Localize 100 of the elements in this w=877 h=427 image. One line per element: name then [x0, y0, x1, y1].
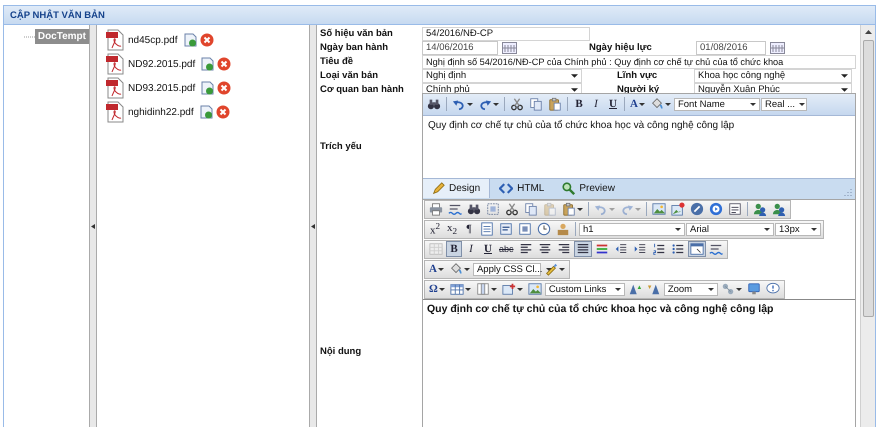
field-label: Ngày hiệu lực	[589, 42, 653, 53]
scissors-icon[interactable]	[503, 201, 521, 218]
underline-button[interactable]: U	[605, 96, 621, 112]
columns-icon	[476, 282, 490, 296]
picture-pin-icon[interactable]	[669, 201, 687, 218]
caret-icon	[609, 208, 615, 211]
collapse-arrow-icon[interactable]	[311, 224, 315, 228]
caret-icon	[764, 228, 770, 231]
input-field[interactable]: Nghị định số 54/2016/NĐ-CP của Chính phủ : Quy định cơ chế tự chủ của tổ chức khoa	[422, 54, 856, 68]
panel-icon[interactable]	[688, 241, 706, 258]
toolbar-dropdown[interactable]: 13px	[775, 222, 821, 236]
toolbar-dropdown[interactable]: Zoom	[664, 282, 718, 296]
date-field[interactable]: 14/06/2016	[422, 40, 498, 54]
mode-tab[interactable]: Design	[423, 179, 490, 198]
pencil-icon	[432, 182, 445, 196]
magnifier-icon	[562, 182, 576, 196]
bold-button[interactable]: B	[571, 96, 587, 112]
font-color-button[interactable]: A	[628, 96, 647, 112]
justify-icon[interactable]	[574, 241, 592, 258]
date-field[interactable]: 01/08/2016	[696, 40, 766, 54]
bold-button[interactable]: B	[446, 241, 462, 258]
caret-icon	[736, 288, 742, 291]
symbol-button[interactable]: x$^{2}$	[427, 221, 443, 238]
calendar-icon[interactable]	[502, 42, 517, 54]
toolbar-dropdown[interactable]: Arial	[686, 222, 774, 236]
table-menu-button[interactable]	[448, 281, 473, 298]
caret-icon	[750, 102, 756, 106]
editor-content[interactable]: Quy định cơ chế tự chủ của tổ chức khoa học và công nghệ công lập	[423, 116, 855, 178]
mode-tab[interactable]: Preview	[553, 179, 624, 198]
code-brackets-icon	[499, 183, 514, 194]
caret-icon	[438, 268, 444, 271]
font-color-button[interactable]: Ω	[427, 281, 447, 298]
strikethrough-button[interactable]: abc	[497, 241, 516, 258]
toolbar-dropdown[interactable]: Real ...	[760, 98, 807, 111]
brush-icon	[544, 262, 558, 276]
pdf-file-icon	[105, 77, 125, 99]
delete-icon[interactable]	[217, 57, 232, 71]
caret-icon	[614, 288, 621, 291]
delete-icon[interactable]	[216, 105, 230, 119]
document-icon[interactable]	[201, 57, 214, 71]
delete-icon[interactable]	[200, 33, 214, 47]
file-name[interactable]: ND93.2015.pdf	[128, 82, 196, 94]
caret-icon	[464, 268, 470, 271]
caret-icon	[516, 288, 523, 291]
caret-icon	[577, 208, 583, 211]
picture-plus-icon	[502, 282, 516, 296]
editor-content[interactable]: Quy định cơ chế tự chủ của tổ chức khoa học và công nghệ công lập	[423, 298, 855, 427]
tree-connector-icon	[24, 34, 35, 38]
file-name[interactable]: nd45cp.pdf	[128, 34, 178, 46]
caret-icon	[841, 88, 848, 92]
file-name[interactable]: ND92.2015.pdf	[128, 58, 196, 70]
symbol-button[interactable]: x$_{2}$	[444, 221, 460, 238]
toolbar-dropdown[interactable]: h1	[579, 222, 685, 236]
scissors-icon[interactable]	[508, 96, 526, 112]
field-label: Tiêu đề	[320, 56, 354, 67]
people-icon[interactable]	[770, 201, 788, 218]
caret-icon	[438, 288, 445, 291]
field-label: Số hiệu văn bản	[320, 28, 394, 39]
document-icon[interactable]	[200, 105, 213, 119]
field-label: Nội dung	[320, 344, 362, 357]
scroll-up-icon[interactable]	[864, 30, 872, 34]
toolbar-dropdown[interactable]: Custom Links	[544, 282, 625, 296]
bucket-icon	[448, 262, 463, 276]
file-name[interactable]: nghidinh22.pdf	[128, 106, 194, 118]
toolbar-dropdown[interactable]: Font Name	[674, 98, 760, 111]
input-field[interactable]: 54/2016/NĐ-CP	[422, 26, 590, 40]
caret-icon	[811, 228, 817, 231]
select-field[interactable]: Khoa học công nghệ	[694, 68, 852, 82]
delete-icon[interactable]	[217, 81, 232, 95]
bucket-icon	[650, 97, 664, 112]
mode-tab[interactable]: HTML	[490, 179, 554, 198]
underline-button[interactable]: U	[480, 241, 496, 258]
italic-button[interactable]: I	[463, 241, 479, 258]
picture-icon[interactable]	[526, 281, 544, 298]
play-circle-icon[interactable]	[707, 201, 725, 218]
resize-grip-icon[interactable]	[844, 188, 852, 196]
field-label: Trích yếu	[320, 140, 363, 152]
people-icon[interactable]	[751, 201, 769, 218]
field-label: Ngày ban hành	[320, 42, 390, 53]
caret-icon	[467, 102, 473, 106]
caret-icon	[638, 102, 645, 106]
document-icon[interactable]	[201, 81, 214, 95]
scrollbar[interactable]	[860, 25, 875, 427]
pdf-file-icon	[105, 53, 125, 75]
link-circle-icon[interactable]	[688, 201, 706, 218]
clock-icon[interactable]	[535, 221, 553, 238]
italic-button[interactable]: I	[588, 96, 604, 112]
picture-plus-menu-button[interactable]	[500, 281, 525, 298]
calendar-icon[interactable]	[770, 42, 785, 54]
paste-icon	[562, 202, 576, 216]
pdf-file-icon	[105, 101, 125, 123]
printer-icon[interactable]	[427, 201, 445, 218]
select-field[interactable]: Nghị định	[422, 68, 582, 82]
document-icon[interactable]	[184, 33, 196, 47]
symbol-button[interactable]: ¶	[461, 221, 477, 238]
editor-text: Quy định cơ chế tự chủ của tổ chức khoa học và công nghệ công lập	[427, 302, 774, 315]
collapse-arrow-icon[interactable]	[91, 224, 95, 228]
font-color-button[interactable]: A	[427, 261, 446, 278]
caret-icon	[571, 88, 578, 92]
picture-icon[interactable]	[650, 201, 668, 218]
